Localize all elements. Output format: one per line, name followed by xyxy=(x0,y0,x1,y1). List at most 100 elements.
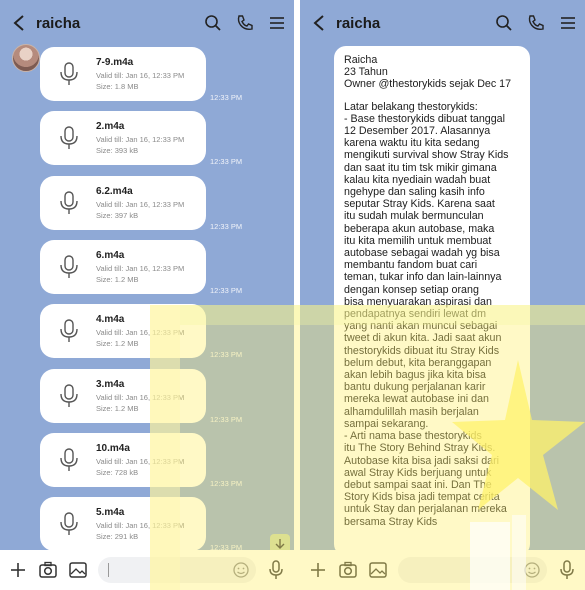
message-time: 12:33 PM xyxy=(210,222,243,231)
message-line: itu sudah mulak bermunculan xyxy=(344,210,484,223)
file-name: 6.2.m4a xyxy=(96,185,133,197)
message-blank-line xyxy=(344,91,522,101)
message-line: membantu fandom buat cari xyxy=(344,259,478,272)
message-line: tweet di akun kita. Jadi saat akun xyxy=(344,332,502,345)
microphone-icon xyxy=(52,57,86,91)
message-line: untuk Stay dan perjalanan mereka xyxy=(344,503,507,516)
file-size: Size: 728 kB xyxy=(96,467,139,477)
message-line: alhamdulillah masih berjalan xyxy=(344,405,479,418)
message-line: itu The Story Behind Stray Kids. xyxy=(344,442,496,455)
image-icon[interactable] xyxy=(68,560,88,580)
audio-file-message[interactable]: 4.m4a Valid till: Jan 16, 12:33 PM Size: 1… xyxy=(40,304,206,358)
phone-icon[interactable] xyxy=(527,14,545,32)
message-line: thestorykids dibuat itu Stray Kids xyxy=(344,344,500,357)
text-message-bubble[interactable]: Raicha 23 Tahun Owner @thestorykids sejak … xyxy=(334,46,530,556)
microphone-icon xyxy=(52,250,86,284)
message-line: pendapatnya sendiri lewat dm xyxy=(344,308,486,321)
message-time: 12:33 PM xyxy=(210,350,243,359)
chat-header: raicha xyxy=(0,0,294,46)
file-size: Size: 1.2 MB xyxy=(96,403,139,413)
audio-file-message[interactable]: 10.m4a Valid till: Jan 16, 12:33 PM Size: … xyxy=(40,433,206,487)
message-line: awal Stray Kids berjuang untuk xyxy=(344,466,492,479)
file-name: 6.m4a xyxy=(96,249,125,261)
search-icon[interactable] xyxy=(204,14,222,32)
message-line: seputar Stray Kids. Karena saat xyxy=(344,198,495,211)
message-time: 12:33 PM xyxy=(210,479,243,488)
phone-icon[interactable] xyxy=(236,14,254,32)
message-line: Latar belakang thestorykids: xyxy=(344,100,478,113)
back-arrow-icon[interactable] xyxy=(308,12,330,34)
message-time: 12:33 PM xyxy=(210,286,243,295)
message-input[interactable] xyxy=(98,557,256,583)
message-time: 12:33 PM xyxy=(210,415,243,424)
camera-icon[interactable] xyxy=(338,560,358,580)
chat-title: raicha xyxy=(336,14,381,32)
message-line: mereka lewat autobase ini dan xyxy=(344,393,489,406)
audio-file-message[interactable]: 6.2.m4a Valid till: Jan 16, 12:33 PM Size:… xyxy=(40,176,206,230)
menu-icon[interactable] xyxy=(268,14,286,32)
audio-file-message[interactable]: 3.m4a Valid till: Jan 16, 12:33 PM Size: 1… xyxy=(40,369,206,423)
audio-file-message[interactable]: 6.m4a Valid till: Jan 16, 12:33 PM Size: 1… xyxy=(40,240,206,294)
microphone-icon xyxy=(52,507,86,541)
microphone-icon xyxy=(52,443,86,477)
message-line: Story Kids bisa jadi tempat cerita xyxy=(344,491,500,504)
file-valid-till: Valid till: Jan 16, 12:33 PM xyxy=(96,70,185,80)
file-valid-till: Valid till: Jan 16, 12:33 PM xyxy=(96,392,185,402)
file-name: 2.m4a xyxy=(96,120,125,132)
message-line: belum debut, kita beranggapan xyxy=(344,356,492,369)
message-line: debut sampai saat ini. Dan The xyxy=(344,478,492,491)
audio-file-message[interactable]: 5.m4a Valid till: Jan 16, 12:33 PM Size: 2… xyxy=(40,497,206,551)
camera-icon[interactable] xyxy=(38,560,58,580)
file-valid-till: Valid till: Jan 16, 12:33 PM xyxy=(96,134,185,144)
message-line: bersama Stray Kids xyxy=(344,515,438,528)
microphone-icon xyxy=(52,314,86,348)
message-time: 12:33 PM xyxy=(210,157,243,166)
message-line: dan saat itu tim tsk mikir gimana xyxy=(344,161,497,174)
audio-file-message[interactable]: 7-9.m4a Valid till: Jan 16, 12:33 PM Size:… xyxy=(40,47,206,101)
message-line: - Arti nama base thestorykids xyxy=(344,430,482,443)
file-size: Size: 393 kB xyxy=(96,145,139,155)
file-name: 7-9.m4a xyxy=(96,56,134,68)
message-line: dengan konsep setiap orang xyxy=(344,283,479,296)
message-input[interactable] xyxy=(398,557,547,583)
chat-header: raicha xyxy=(300,0,585,46)
message-line: - Base thestorykids dibuat tanggal xyxy=(344,112,506,125)
microphone-icon[interactable] xyxy=(266,560,286,580)
message-line: itu kita memilih untuk membuat xyxy=(344,234,492,247)
plus-icon[interactable] xyxy=(8,560,28,580)
file-name: 3.m4a xyxy=(96,378,125,390)
message-line: beberapa akun autobase, maka xyxy=(344,222,495,235)
microphone-icon xyxy=(52,379,86,413)
file-size: Size: 397 kB xyxy=(96,210,139,220)
back-arrow-icon[interactable] xyxy=(8,12,30,34)
avatar[interactable] xyxy=(12,44,40,72)
file-valid-till: Valid till: Jan 16, 12:33 PM xyxy=(96,327,185,337)
text-caret xyxy=(108,563,109,577)
file-name: 10.m4a xyxy=(96,442,130,454)
message-line: akan lebih bagus jika kita bisa xyxy=(344,369,486,382)
microphone-icon[interactable] xyxy=(557,560,577,580)
image-icon[interactable] xyxy=(368,560,388,580)
message-line: 12 Desember 2017. Alasannya xyxy=(344,125,491,138)
plus-icon[interactable] xyxy=(308,560,328,580)
file-size: Size: 1.2 MB xyxy=(96,274,139,284)
emoji-icon[interactable] xyxy=(523,561,541,584)
microphone-icon xyxy=(52,186,86,220)
message-input-bar xyxy=(0,550,294,590)
file-name: 4.m4a xyxy=(96,313,125,325)
search-icon[interactable] xyxy=(495,14,513,32)
file-size: Size: 291 kB xyxy=(96,531,139,541)
chat-title: raicha xyxy=(36,14,81,32)
menu-icon[interactable] xyxy=(559,14,577,32)
emoji-icon[interactable] xyxy=(232,561,250,584)
message-line: 23 Tahun xyxy=(344,66,388,79)
chat-screen-left: raicha 7-9.m4a Valid till: Jan 16, 12:33 … xyxy=(0,0,294,590)
message-line: sampai sekarang. xyxy=(344,417,429,430)
message-line: bisa menyuarakan aspirasi dan xyxy=(344,295,492,308)
audio-file-message[interactable]: 2.m4a Valid till: Jan 16, 12:33 PM Size: 3… xyxy=(40,111,206,165)
message-line: yang nanti akan muncul sebagai xyxy=(344,320,498,333)
file-valid-till: Valid till: Jan 16, 12:33 PM xyxy=(96,263,185,273)
message-line: ngehype dan saling kasih info xyxy=(344,186,485,199)
chat-screen-right: raicha Raicha 23 Tahun Owner @thestorykids… xyxy=(300,0,585,590)
message-input-bar xyxy=(300,550,585,590)
